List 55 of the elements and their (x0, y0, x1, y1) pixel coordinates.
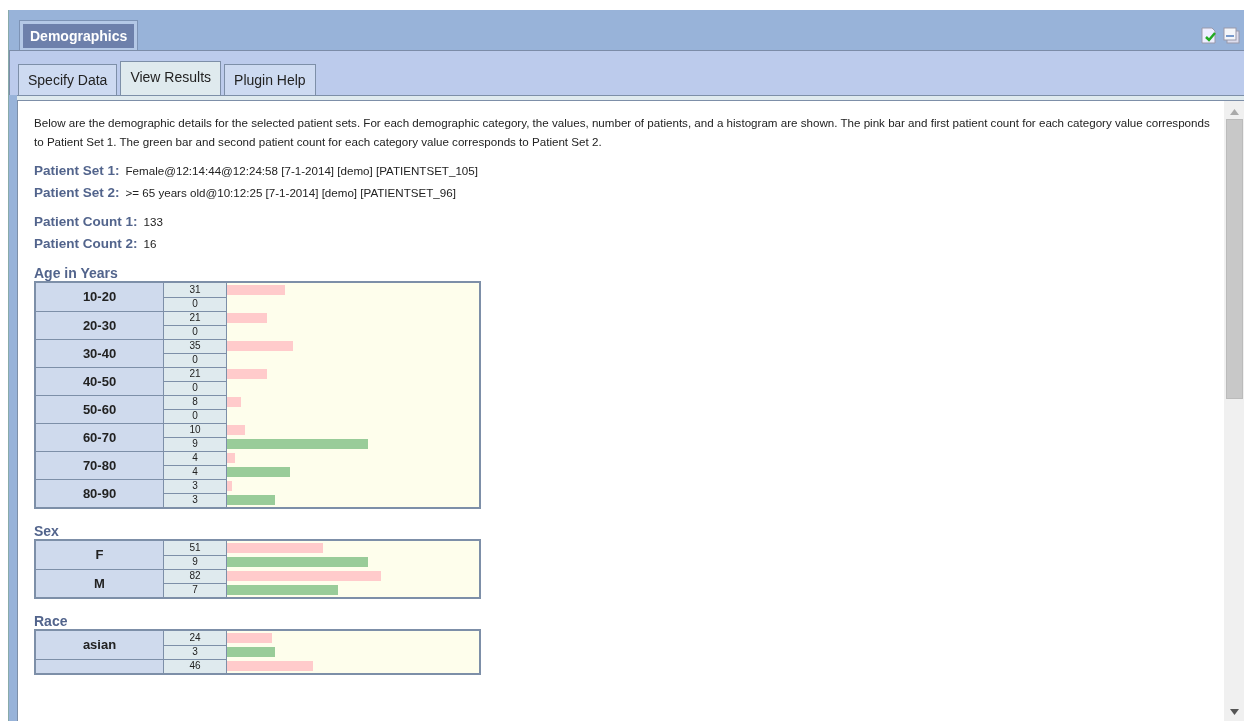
patient-count: 4 (192, 452, 198, 463)
description-text: Below are the demographic details for the selected patient sets. For each demographic category, the values, number of patients, and a histogram are shown. The pink bar and first patient count for each category value corresponds to Patient Set 1. The green bar and second patient count for each category value corresponds to Patient Set 2. (34, 115, 1210, 150)
patient-count: 3 (192, 494, 198, 506)
patient-count: 3 (192, 480, 198, 491)
patient-count: 46 (189, 660, 201, 672)
scroll-thumb[interactable] (1225, 119, 1243, 399)
patient-count: 21 (189, 312, 201, 323)
category-value: 10-20 (82, 289, 117, 305)
patient-count: 0 (192, 382, 198, 393)
category-title: Sex (34, 523, 60, 539)
category-title: Age in Years (34, 265, 119, 281)
category-value: asian (82, 637, 117, 653)
tab[interactable]: Specify Data (18, 64, 118, 95)
field-label: Patient Set 1: (34, 163, 120, 178)
tab[interactable]: Plugin Help (224, 64, 316, 95)
category-value: 70-80 (82, 457, 117, 473)
scroll-up-icon[interactable] (1229, 109, 1239, 115)
patient-count: 0 (192, 326, 198, 337)
patient-count: 35 (189, 340, 201, 351)
patient-count: 4 (192, 466, 198, 477)
patient-count: 82 (189, 570, 201, 581)
category-value: 60-70 (82, 429, 117, 445)
category-value: 50-60 (82, 401, 117, 417)
category-title: Race (34, 613, 69, 629)
scrollbar[interactable] (1224, 101, 1244, 721)
patient-count: 31 (189, 283, 201, 295)
patient-count: 10 (189, 424, 201, 435)
field-value: 16 (143, 237, 157, 250)
tab[interactable]: View Results (120, 61, 222, 95)
field-label: Patient Count 1: (34, 214, 138, 229)
patient-count: 21 (189, 368, 201, 379)
category-value: 30-40 (82, 345, 117, 361)
field-value: Female@12:14:44@12:24:58 [7-1-2014] [demo] [PATIENTSET_105] (125, 164, 478, 177)
category-value: 20-30 (82, 317, 117, 333)
window-icon[interactable] (1223, 27, 1240, 44)
category-value: M (94, 575, 105, 591)
patient-count: 0 (192, 298, 198, 309)
patient-count: 3 (192, 646, 198, 657)
patient-count: 0 (192, 410, 198, 421)
document-check-icon[interactable] (1201, 27, 1217, 44)
category-value: 40-50 (82, 373, 117, 389)
patient-count: 51 (189, 541, 201, 553)
field-value: >= 65 years old@10:12:25 [7-1-2014] [demo] [PATIENTSET_96] (125, 186, 456, 199)
scroll-down-icon[interactable] (1229, 709, 1239, 715)
patient-count: 9 (192, 438, 198, 449)
patient-count: 9 (192, 556, 198, 567)
field-label: Patient Count 2: (34, 236, 138, 251)
patient-count: 0 (192, 354, 198, 365)
patient-count: 7 (192, 584, 198, 596)
category-value: F (95, 547, 104, 563)
patient-count: 8 (192, 396, 198, 407)
field-value: 133 (143, 215, 163, 228)
category-value: 80-90 (82, 485, 117, 501)
field-label: Patient Set 2: (34, 185, 120, 200)
patient-count: 24 (189, 631, 201, 643)
